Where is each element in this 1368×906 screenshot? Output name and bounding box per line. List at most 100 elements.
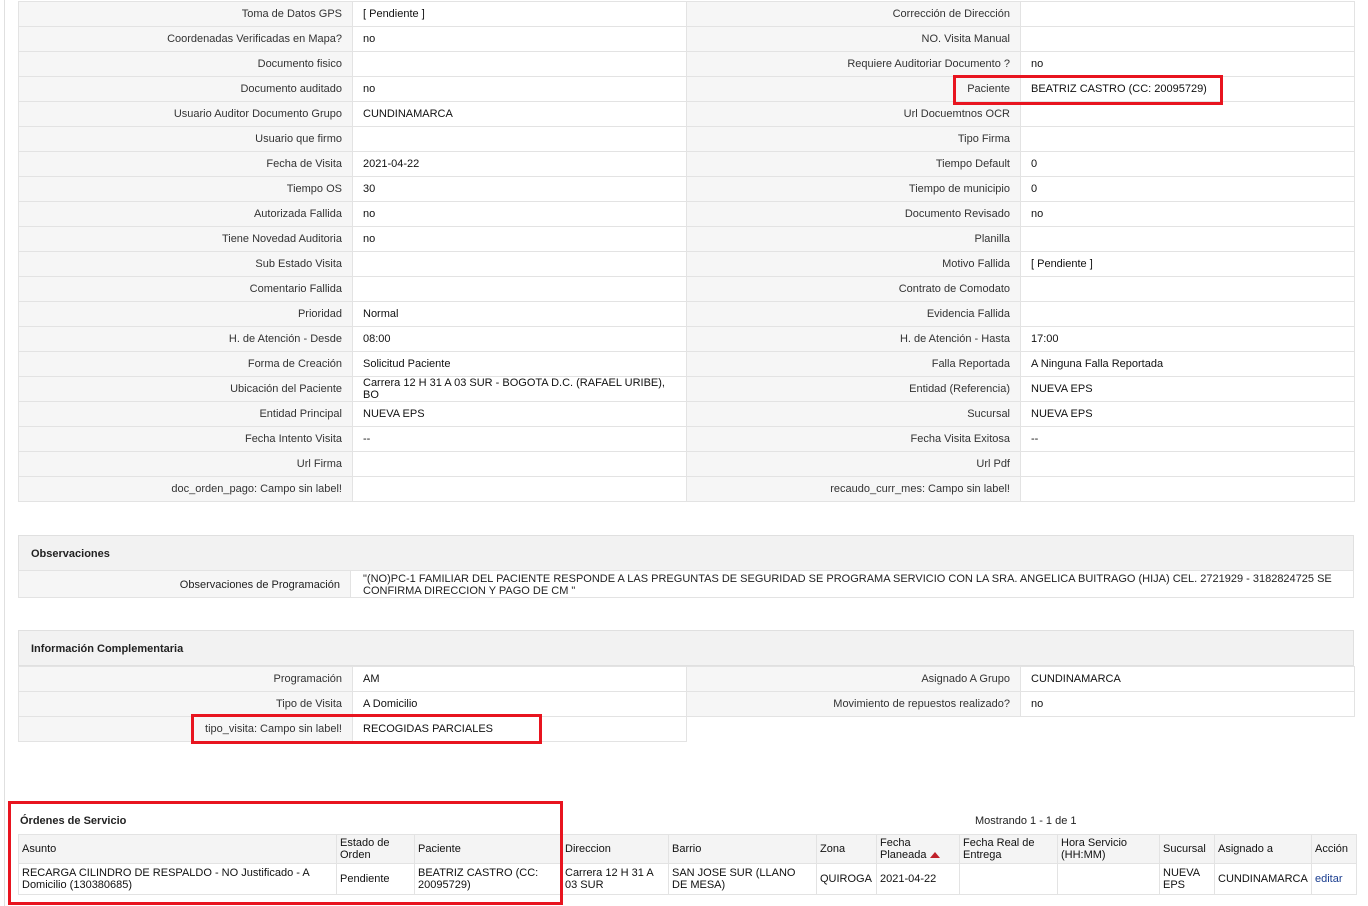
field-label: Usuario que firmo	[18, 126, 353, 152]
detail-row: Sub Estado Visita Motivo Fallida[ Pendien…	[18, 251, 1355, 277]
field-label: Movimiento de repuestos realizado?	[686, 691, 1021, 717]
table-header-row: Asunto Estado de Orden Paciente Direccio…	[18, 834, 1357, 864]
field-value: NUEVA EPS	[1020, 376, 1355, 402]
field-label: H. de Atención - Desde	[18, 326, 353, 352]
field-label: Sucursal	[686, 401, 1021, 427]
field-value	[1020, 301, 1355, 327]
detail-row: Documento fisico Requiere Auditoriar Docu…	[18, 51, 1355, 77]
detail-row: Toma de Datos GPS[ Pendiente ] Corrección…	[18, 1, 1355, 27]
field-label: Autorizada Fallida	[18, 201, 353, 227]
field-value: [ Pendiente ]	[1020, 251, 1355, 277]
detail-row: Usuario Auditor Documento Grupo CUNDINAMA…	[18, 101, 1355, 127]
ordenes-title: Órdenes de Servicio	[20, 815, 127, 827]
field-label: Fecha Visita Exitosa	[686, 426, 1021, 452]
detail-row: Comentario Fallida Contrato de Comodato	[18, 276, 1355, 302]
field-label: Motivo Fallida	[686, 251, 1021, 277]
field-value: A Domicilio	[352, 691, 687, 717]
field-value	[352, 251, 687, 277]
field-value: 0	[1020, 176, 1355, 202]
field-label: Paciente	[686, 76, 1021, 102]
field-value: CUNDINAMARCA	[1020, 666, 1355, 692]
detail-row: Autorizada Fallida no Documento Revisado …	[18, 201, 1355, 227]
field-label: Planilla	[686, 226, 1021, 252]
field-label: Corrección de Dirección	[686, 1, 1021, 27]
detail-row: Programación AM Asignado A Grupo CUNDINA…	[18, 666, 1355, 692]
field-label: Comentario Fallida	[18, 276, 353, 302]
edit-link[interactable]: editar	[1315, 873, 1343, 885]
section-complementaria-header: Información Complementaria	[18, 630, 1354, 666]
col-header-direccion[interactable]: Direccion	[561, 834, 669, 864]
field-label: Falla Reportada	[686, 351, 1021, 377]
col-header-asunto[interactable]: Asunto	[18, 834, 337, 864]
cell-zona: QUIROGA	[816, 863, 877, 895]
col-header-fecha-planeada[interactable]: Fecha Planeada	[876, 834, 960, 864]
field-label: Tipo de Visita	[18, 691, 353, 717]
left-rail	[4, 0, 5, 906]
field-value: AM	[352, 666, 687, 692]
field-value	[1020, 101, 1355, 127]
detail-row: Usuario que firmo Tipo Firma	[18, 126, 1355, 152]
field-label: Entidad (Referencia)	[686, 376, 1021, 402]
field-label: Toma de Datos GPS	[18, 1, 353, 27]
detail-row: Coordenadas Verificadas en Mapa? no NO. V…	[18, 26, 1355, 52]
sort-ascending-icon[interactable]	[929, 852, 940, 859]
col-header-paciente[interactable]: Paciente	[414, 834, 562, 864]
field-label: Url Firma	[18, 451, 353, 477]
field-value	[1020, 226, 1355, 252]
field-value: no	[352, 26, 687, 52]
field-value: no	[352, 226, 687, 252]
field-value: no	[352, 201, 687, 227]
field-value: 0	[1020, 151, 1355, 177]
field-value: --	[1020, 426, 1355, 452]
field-label: Url Docuemtnos OCR	[686, 101, 1021, 127]
field-value: --	[352, 426, 687, 452]
field-label: Url Pdf	[686, 451, 1021, 477]
cell-asignado: CUNDINAMARCA	[1214, 863, 1312, 895]
detail-row: Tipo de Visita A Domicilio Movimiento de…	[18, 691, 1355, 717]
field-value: "(NO)PC-1 FAMILIAR DEL PACIENTE RESPONDE…	[363, 573, 1332, 597]
field-value: Normal	[352, 301, 687, 327]
table-row: RECARGA CILINDRO DE RESPALDO - NO Justif…	[18, 863, 1357, 895]
detail-row: Ubicación del Paciente Carrera 12 H 31 A …	[18, 376, 1355, 402]
detail-row: doc_orden_pago: Campo sin label! recaudo_…	[18, 476, 1355, 502]
col-header-asignado[interactable]: Asignado a	[1214, 834, 1312, 864]
col-header-hora[interactable]: Hora Servicio (HH:MM)	[1057, 834, 1160, 864]
col-header-label: Fecha Planeada	[880, 837, 927, 861]
col-header-sucursal[interactable]: Sucursal	[1159, 834, 1215, 864]
field-value	[352, 451, 687, 477]
field-value	[1020, 451, 1355, 477]
field-value: 30	[352, 176, 687, 202]
field-label: H. de Atención - Hasta	[686, 326, 1021, 352]
field-value	[1020, 476, 1355, 502]
visit-details-table: Toma de Datos GPS [ Pendiente ] Corrección…	[18, 1, 1355, 502]
field-label: Entidad Principal	[18, 401, 353, 427]
section-title: Información Complementaria	[31, 643, 184, 655]
col-header-zona[interactable]: Zona	[816, 834, 877, 864]
field-label: Asignado A Grupo	[686, 666, 1021, 692]
field-label: Fecha de Visita	[18, 151, 353, 177]
col-header-barrio[interactable]: Barrio	[668, 834, 817, 864]
field-label: Evidencia Fallida	[686, 301, 1021, 327]
field-value: Solicitud Paciente	[352, 351, 687, 377]
field-label: Documento auditado	[18, 76, 353, 102]
field-value: no	[1020, 51, 1355, 77]
ordenes-table: Asunto Estado de Orden Paciente Direccio…	[18, 834, 1357, 895]
col-header-estado[interactable]: Estado de Orden	[336, 834, 415, 864]
field-label: Prioridad	[18, 301, 353, 327]
field-value: 17:00	[1020, 326, 1355, 352]
detail-row: Entidad Principal NUEVA EPS Sucursal NUEVA …	[18, 401, 1355, 427]
field-label: Programación	[18, 666, 353, 692]
detail-row: Fecha Intento Visita -- Fecha Visita Exit…	[18, 426, 1355, 452]
field-value: BEATRIZ CASTRO (CC: 20095729)	[1020, 76, 1355, 102]
field-label: Sub Estado Visita	[18, 251, 353, 277]
field-label: Usuario Auditor Documento Grupo	[18, 101, 353, 127]
field-value: CUNDINAMARCA	[352, 101, 687, 127]
field-label: tipo_visita: Campo sin label!	[18, 716, 353, 742]
detail-row: Url Firma Url Pdf	[18, 451, 1355, 477]
field-value: NUEVA EPS	[1020, 401, 1355, 427]
field-label: Tipo Firma	[686, 126, 1021, 152]
detail-row: Forma de Creación Solicitud Paciente Falla…	[18, 351, 1355, 377]
cell-asunto: RECARGA CILINDRO DE RESPALDO - NO Justif…	[18, 863, 337, 895]
col-header-fecha-real[interactable]: Fecha Real de Entrega	[959, 834, 1058, 864]
field-value: NUEVA EPS	[352, 401, 687, 427]
